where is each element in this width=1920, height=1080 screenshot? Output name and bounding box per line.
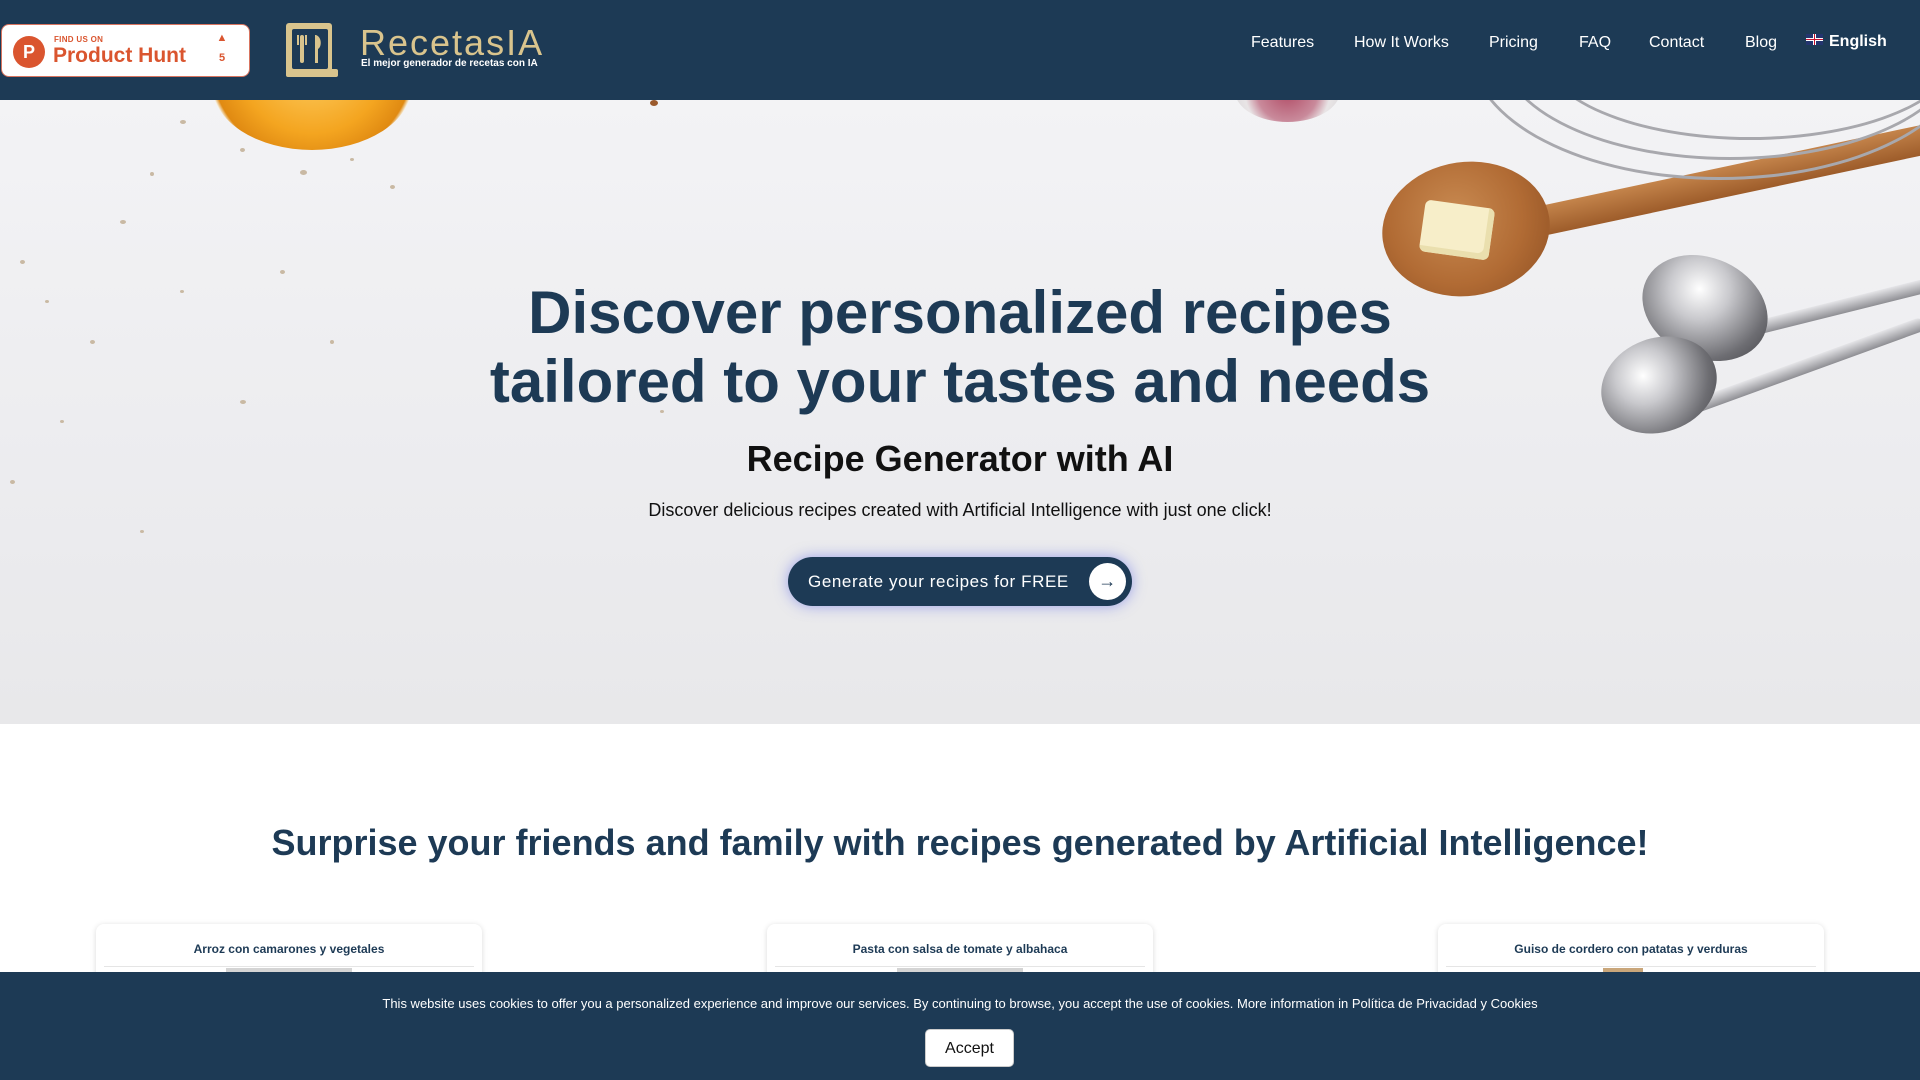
recipe-card-title: Arroz con camarones y vegetales (193, 942, 385, 956)
recipe-card-title: Pasta con salsa de tomate y albahaca (852, 942, 1068, 956)
card-divider (1446, 966, 1816, 967)
cookie-banner: This website uses cookies to offer you a… (0, 972, 1920, 1080)
cta-label: Generate your recipes for FREE (808, 572, 1069, 591)
recipe-card-title: Guiso de cordero con patatas y verduras (1514, 942, 1748, 956)
main-nav: Features How It Works Pricing FAQ Contac… (0, 34, 1920, 58)
generate-recipes-button[interactable]: Generate your recipes for FREE → (788, 557, 1132, 606)
nav-link-contact[interactable]: Contact (1649, 34, 1704, 52)
language-label: English (1829, 33, 1887, 50)
card-divider (104, 966, 474, 967)
accept-cookies-button[interactable]: Accept (925, 1029, 1014, 1067)
bowl-image (1235, 100, 1340, 122)
nav-link-blog[interactable]: Blog (1745, 34, 1777, 52)
brand-tagline: El mejor generador de recetas con IA (361, 58, 538, 69)
hero-description: Discover delicious recipes created with … (648, 500, 1272, 520)
cookie-message: This website uses cookies to offer you a… (382, 996, 1538, 1011)
card-divider (775, 966, 1145, 967)
hero-section: Discover personalized recipes tailored t… (0, 100, 1920, 724)
language-selector[interactable]: English (1806, 33, 1887, 51)
arrow-right-icon: → (1089, 563, 1126, 600)
section-title: Surprise your friends and family with re… (271, 822, 1649, 863)
top-navbar: P FIND US ON Product Hunt ▲ 5 RecetasIA … (0, 0, 1920, 100)
nav-link-how-it-works[interactable]: How It Works (1354, 34, 1449, 52)
hero-subtitle: Recipe Generator with AI (746, 438, 1174, 479)
nav-link-pricing[interactable]: Pricing (1489, 34, 1538, 52)
nav-link-features[interactable]: Features (1251, 34, 1314, 52)
uk-flag-icon (1806, 34, 1823, 45)
orange-slice-image (212, 100, 412, 150)
butter-image (1418, 199, 1496, 261)
hero-title: Discover personalized recipes tailored t… (489, 279, 1431, 415)
nav-link-faq[interactable]: FAQ (1579, 34, 1611, 52)
